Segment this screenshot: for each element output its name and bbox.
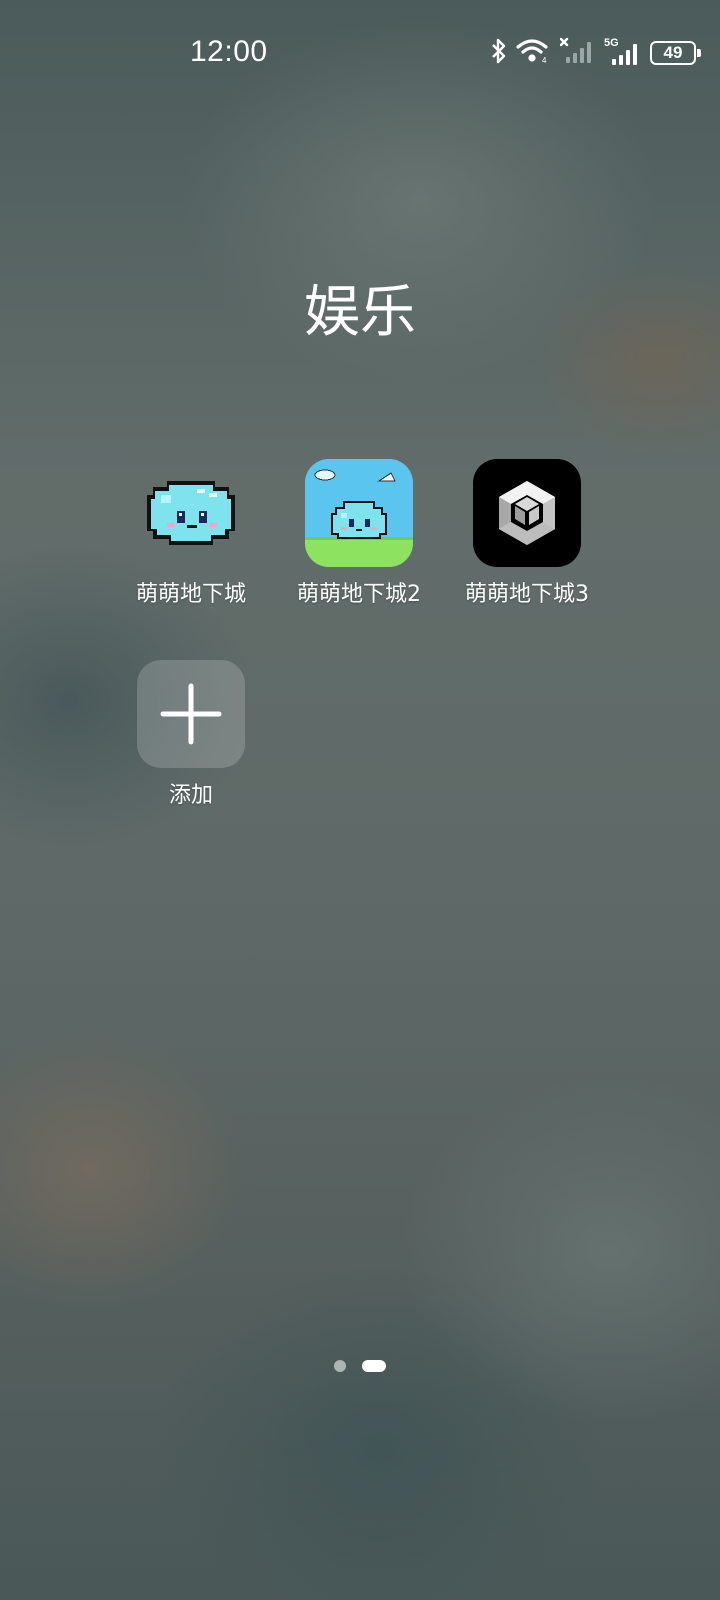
page-dot-2-active[interactable] bbox=[362, 1360, 386, 1372]
signal-no-sim-icon bbox=[559, 37, 596, 69]
slime-landscape-icon[interactable] bbox=[305, 459, 413, 567]
svg-text:4: 4 bbox=[542, 56, 547, 65]
battery-icon: 49 bbox=[650, 41, 701, 65]
bluetooth-icon bbox=[490, 37, 508, 69]
slime-icon[interactable] bbox=[137, 459, 245, 567]
app-label: 萌萌地下城 bbox=[135, 582, 246, 607]
signal-5g-icon: 5G bbox=[604, 37, 642, 67]
folder-title[interactable]: 娱乐 bbox=[0, 278, 720, 348]
app-label: 萌萌地下城3 bbox=[465, 582, 589, 607]
add-app-button[interactable]: 添加 bbox=[101, 660, 281, 810]
app-mengmeng-dungeon[interactable]: 萌萌地下城 bbox=[101, 459, 281, 609]
status-icons: 4 5G 49 bbox=[490, 37, 701, 69]
clock: 12:00 bbox=[190, 35, 268, 68]
add-icon[interactable] bbox=[137, 660, 245, 768]
battery-level: 49 bbox=[663, 43, 683, 62]
page-indicator bbox=[0, 1360, 720, 1372]
app-mengmeng-dungeon-2[interactable]: 萌萌地下城2 bbox=[269, 459, 449, 609]
status-bar: 12:00 4 5G 49 bbox=[0, 0, 720, 108]
page-dot-1[interactable] bbox=[334, 1360, 346, 1372]
app-mengmeng-dungeon-3[interactable]: 萌萌地下城3 bbox=[437, 459, 617, 609]
app-label: 萌萌地下城2 bbox=[297, 582, 421, 607]
add-label: 添加 bbox=[168, 783, 213, 808]
unity-icon[interactable] bbox=[473, 459, 581, 567]
wifi-icon: 4 bbox=[516, 37, 552, 69]
